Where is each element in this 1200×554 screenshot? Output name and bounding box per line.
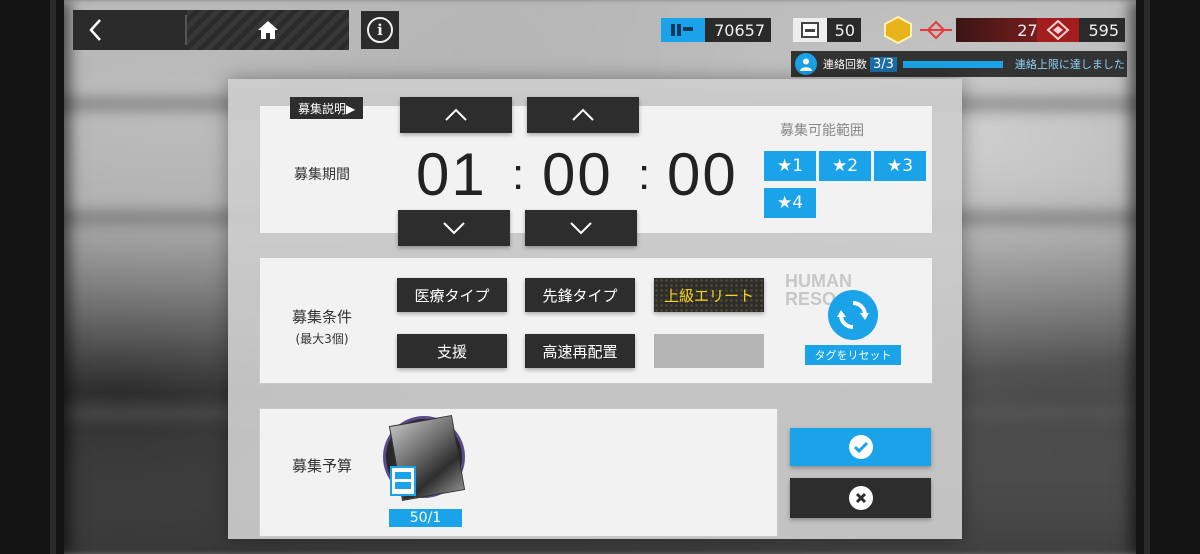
star-1-badge: ★1 [764, 151, 816, 181]
resource-recruitment-permit: 50 [793, 18, 861, 42]
back-button[interactable] [73, 10, 119, 50]
cancel-button[interactable] [790, 478, 931, 518]
period-label: 募集期間 [294, 167, 350, 183]
chevron-left-icon [89, 19, 101, 41]
tag-support[interactable]: 支援 [397, 334, 507, 368]
contact-status: 連絡回数 3/3 連絡上限に達しました [791, 51, 1127, 77]
contact-message: 連絡上限に達しました [1014, 58, 1125, 71]
time-hours: 01 [416, 141, 487, 208]
minutes-up-button[interactable] [527, 97, 639, 133]
recruitment-permit-icon [390, 466, 416, 496]
home-button[interactable] [187, 10, 349, 50]
time-separator: : [638, 150, 651, 199]
originium-plus-icon [916, 18, 956, 42]
screen-edge-left [0, 0, 64, 554]
chevron-up-icon [445, 108, 467, 121]
info-icon: i [367, 17, 393, 43]
conditions-sublabel: (最大3個) [295, 332, 349, 346]
contact-person-icon [795, 53, 817, 75]
check-icon [848, 435, 873, 459]
chevron-down-icon [443, 222, 465, 235]
contact-label: 連絡回数 [823, 58, 867, 71]
resource-value: 50 [827, 18, 861, 42]
budget-count: 50/1 [389, 509, 462, 527]
tag-empty-slot [654, 334, 764, 368]
conditions-label: 募集条件 [291, 308, 352, 326]
home-icon [258, 21, 278, 39]
resource-value: 595 [1079, 18, 1125, 42]
recruit-range-title: 募集可能範囲 [780, 123, 864, 139]
tag-senior-operator[interactable]: 上級エリート [654, 278, 764, 312]
time-minutes: 00 [542, 141, 613, 208]
chevron-up-icon [572, 108, 594, 121]
orundum-icon [1037, 18, 1079, 42]
info-button[interactable]: i [361, 11, 399, 49]
chevron-down-icon [570, 222, 592, 235]
lmd-icon [661, 18, 705, 42]
reset-tags-label: タグをリセット [805, 345, 901, 365]
resource-orundum: 595 [1037, 18, 1125, 42]
confirm-button[interactable] [790, 428, 931, 466]
originium-icon [880, 16, 916, 44]
time-separator: : [512, 150, 525, 199]
close-icon [848, 486, 873, 510]
time-seconds: 00 [667, 141, 738, 208]
contact-count: 3/3 [870, 56, 897, 72]
tag-fast-redeploy[interactable]: 高速再配置 [525, 334, 635, 368]
recruitment-permit-icon [793, 18, 827, 42]
star-2-badge: ★2 [819, 151, 871, 181]
hours-down-button[interactable] [398, 210, 510, 246]
screen-edge-right [1136, 0, 1200, 554]
hours-up-button[interactable] [400, 97, 512, 133]
minutes-down-button[interactable] [525, 210, 637, 246]
star-3-badge: ★3 [874, 151, 926, 181]
budget-label: 募集予算 [291, 457, 352, 475]
tag-vanguard[interactable]: 先鋒タイプ [525, 278, 635, 312]
top-nav-bar [73, 10, 349, 50]
refresh-icon [828, 290, 878, 340]
resource-lmd: 70657 [661, 18, 771, 42]
tag-medic[interactable]: 医療タイプ [397, 278, 507, 312]
contact-progress-bar [902, 60, 1003, 68]
resource-value: 70657 [705, 18, 771, 42]
reset-tags-button[interactable]: タグをリセット [805, 290, 901, 370]
star-4-badge: ★4 [764, 188, 816, 218]
recruit-help-button[interactable]: 募集説明▶ [290, 97, 364, 119]
